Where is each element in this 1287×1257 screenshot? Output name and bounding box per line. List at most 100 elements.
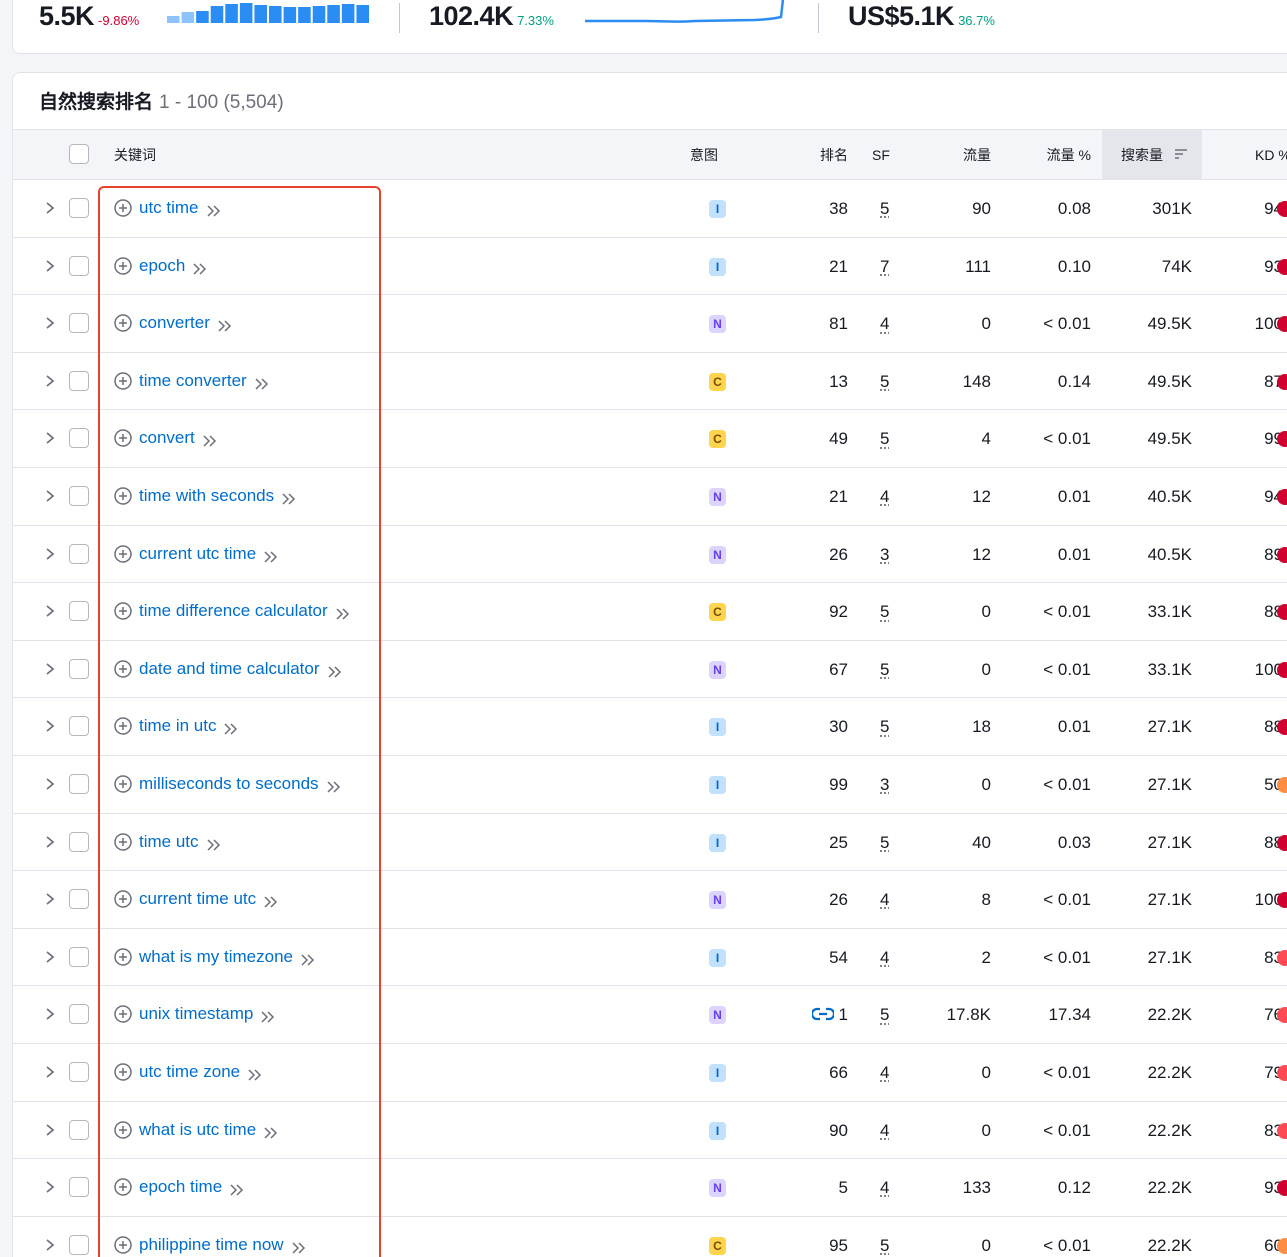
keyword-link[interactable]: converter <box>139 312 210 334</box>
add-keyword-icon[interactable] <box>114 947 132 966</box>
table-row[interactable]: convert C 49 5 4 < 0.01 49.5K 99 <box>13 410 1287 468</box>
expand-chevron-icon[interactable] <box>43 488 57 504</box>
traffic-metric[interactable]: 102.4K 7.33% <box>429 1 554 31</box>
keyword-overview-icon[interactable] <box>263 893 279 908</box>
keyword-link[interactable]: philippine time now <box>139 1234 284 1256</box>
row-checkbox[interactable] <box>69 313 89 334</box>
row-checkbox[interactable] <box>69 1061 89 1082</box>
serp-features-count[interactable]: 7 <box>880 256 889 278</box>
table-row[interactable]: epoch I 21 7 111 0.10 74K 93 <box>13 238 1287 296</box>
table-row[interactable]: utc time zone I 66 4 0 < 0.01 22.2K 79 <box>13 1044 1287 1102</box>
keyword-link[interactable]: epoch time <box>139 1176 222 1198</box>
keyword-overview-icon[interactable] <box>247 1066 263 1081</box>
add-keyword-icon[interactable] <box>114 717 132 736</box>
row-checkbox[interactable] <box>69 1177 89 1198</box>
serp-features-count[interactable]: 5 <box>880 716 889 738</box>
keyword-overview-icon[interactable] <box>263 1124 279 1139</box>
serp-features-count[interactable]: 5 <box>880 198 889 220</box>
row-checkbox[interactable] <box>69 831 89 852</box>
expand-chevron-icon[interactable] <box>43 891 57 907</box>
serp-features-count[interactable]: 5 <box>880 659 889 681</box>
column-header-traffic-percent[interactable]: 流量 % <box>1047 146 1091 164</box>
expand-chevron-icon[interactable] <box>43 200 57 216</box>
serp-features-count[interactable]: 5 <box>880 428 889 450</box>
table-row[interactable]: time difference calculator C 92 5 0 < 0.01 33.… <box>13 583 1287 641</box>
row-checkbox[interactable] <box>69 601 89 622</box>
serp-features-count[interactable]: 4 <box>880 947 889 969</box>
expand-chevron-icon[interactable] <box>43 430 57 446</box>
serp-features-count[interactable]: 5 <box>880 1004 889 1026</box>
serp-features-count[interactable]: 4 <box>880 313 889 335</box>
add-keyword-icon[interactable] <box>114 1120 132 1139</box>
table-row[interactable]: what is my timezone I 54 4 2 < 0.01 27.1K 83 <box>13 929 1287 987</box>
keyword-overview-icon[interactable] <box>291 1239 307 1254</box>
column-header-intent[interactable]: 意图 <box>690 146 718 164</box>
keyword-overview-icon[interactable] <box>260 1008 276 1023</box>
row-checkbox[interactable] <box>69 1234 89 1255</box>
keyword-overview-icon[interactable] <box>192 260 208 275</box>
keyword-link[interactable]: time in utc <box>139 715 216 737</box>
column-header-traffic[interactable]: 流量 <box>963 146 991 164</box>
keyword-overview-icon[interactable] <box>335 605 351 620</box>
expand-chevron-icon[interactable] <box>43 1179 57 1195</box>
serp-features-count[interactable]: 4 <box>880 889 889 911</box>
column-header-volume[interactable]: 搜索量 <box>1121 146 1163 164</box>
keyword-overview-icon[interactable] <box>254 375 270 390</box>
keyword-overview-icon[interactable] <box>229 1181 245 1196</box>
keyword-link[interactable]: time difference calculator <box>139 600 328 622</box>
serp-features-count[interactable]: 4 <box>880 1120 889 1142</box>
keyword-link[interactable]: what is utc time <box>139 1119 256 1141</box>
row-checkbox[interactable] <box>69 1119 89 1140</box>
keyword-overview-icon[interactable] <box>202 432 218 447</box>
keyword-link[interactable]: what is my timezone <box>139 946 293 968</box>
sort-descending-icon[interactable] <box>1174 147 1188 161</box>
table-row[interactable]: unix timestamp N 1 5 17.8K 17.34 22.2K 76 <box>13 986 1287 1044</box>
keyword-link[interactable]: epoch <box>139 255 185 277</box>
column-header-kd[interactable]: KD % <box>1255 146 1287 164</box>
keyword-overview-icon[interactable] <box>327 663 343 678</box>
expand-chevron-icon[interactable] <box>43 546 57 562</box>
table-row[interactable]: date and time calculator N 67 5 0 < 0.01 33.1K… <box>13 641 1287 699</box>
add-keyword-icon[interactable] <box>114 1005 132 1024</box>
serp-features-count[interactable]: 5 <box>880 1235 889 1257</box>
row-checkbox[interactable] <box>69 1004 89 1025</box>
column-header-sf[interactable]: SF <box>872 146 890 164</box>
table-row[interactable]: current utc time N 26 3 12 0.01 40.5K 89 <box>13 526 1287 584</box>
expand-chevron-icon[interactable] <box>43 776 57 792</box>
keywords-metric[interactable]: 5.5K -9.86% <box>39 1 139 31</box>
row-checkbox[interactable] <box>69 946 89 967</box>
add-keyword-icon[interactable] <box>114 1178 132 1196</box>
add-keyword-icon[interactable] <box>114 1235 132 1254</box>
serp-features-count[interactable]: 5 <box>880 832 889 854</box>
add-keyword-icon[interactable] <box>114 487 132 505</box>
keyword-overview-icon[interactable] <box>281 490 297 505</box>
table-row[interactable]: time converter C 13 5 148 0.14 49.5K 87 <box>13 353 1287 411</box>
expand-chevron-icon[interactable] <box>43 373 57 389</box>
serp-features-count[interactable]: 4 <box>880 486 889 508</box>
add-keyword-icon[interactable] <box>114 544 132 563</box>
add-keyword-icon[interactable] <box>114 890 132 908</box>
row-checkbox[interactable] <box>69 889 89 910</box>
keyword-link[interactable]: utc time zone <box>139 1061 240 1083</box>
table-row[interactable]: utc time I 38 5 90 0.08 301K 94 <box>13 180 1287 238</box>
row-checkbox[interactable] <box>69 543 89 564</box>
column-header-keyword[interactable]: 关键词 <box>114 146 156 164</box>
expand-chevron-icon[interactable] <box>43 315 57 331</box>
add-keyword-icon[interactable] <box>114 199 132 217</box>
expand-chevron-icon[interactable] <box>43 603 57 619</box>
table-row[interactable]: what is utc time I 90 4 0 < 0.01 22.2K 83 <box>13 1102 1287 1160</box>
expand-chevron-icon[interactable] <box>43 1122 57 1138</box>
expand-chevron-icon[interactable] <box>43 834 57 850</box>
keyword-overview-icon[interactable] <box>206 836 222 851</box>
expand-chevron-icon[interactable] <box>43 1006 57 1022</box>
table-row[interactable]: converter N 81 4 0 < 0.01 49.5K 100 <box>13 295 1287 353</box>
keyword-link[interactable]: convert <box>139 427 195 449</box>
expand-chevron-icon[interactable] <box>43 258 57 274</box>
table-row[interactable]: time in utc I 30 5 18 0.01 27.1K 88 <box>13 698 1287 756</box>
serp-features-count[interactable]: 4 <box>880 1062 889 1084</box>
traffic-cost-metric[interactable]: US$5.1K 36.7% <box>848 1 995 31</box>
add-keyword-icon[interactable] <box>114 602 132 620</box>
keyword-link[interactable]: date and time calculator <box>139 658 320 680</box>
row-checkbox[interactable] <box>69 485 89 506</box>
serp-features-count[interactable]: 4 <box>880 1177 889 1199</box>
